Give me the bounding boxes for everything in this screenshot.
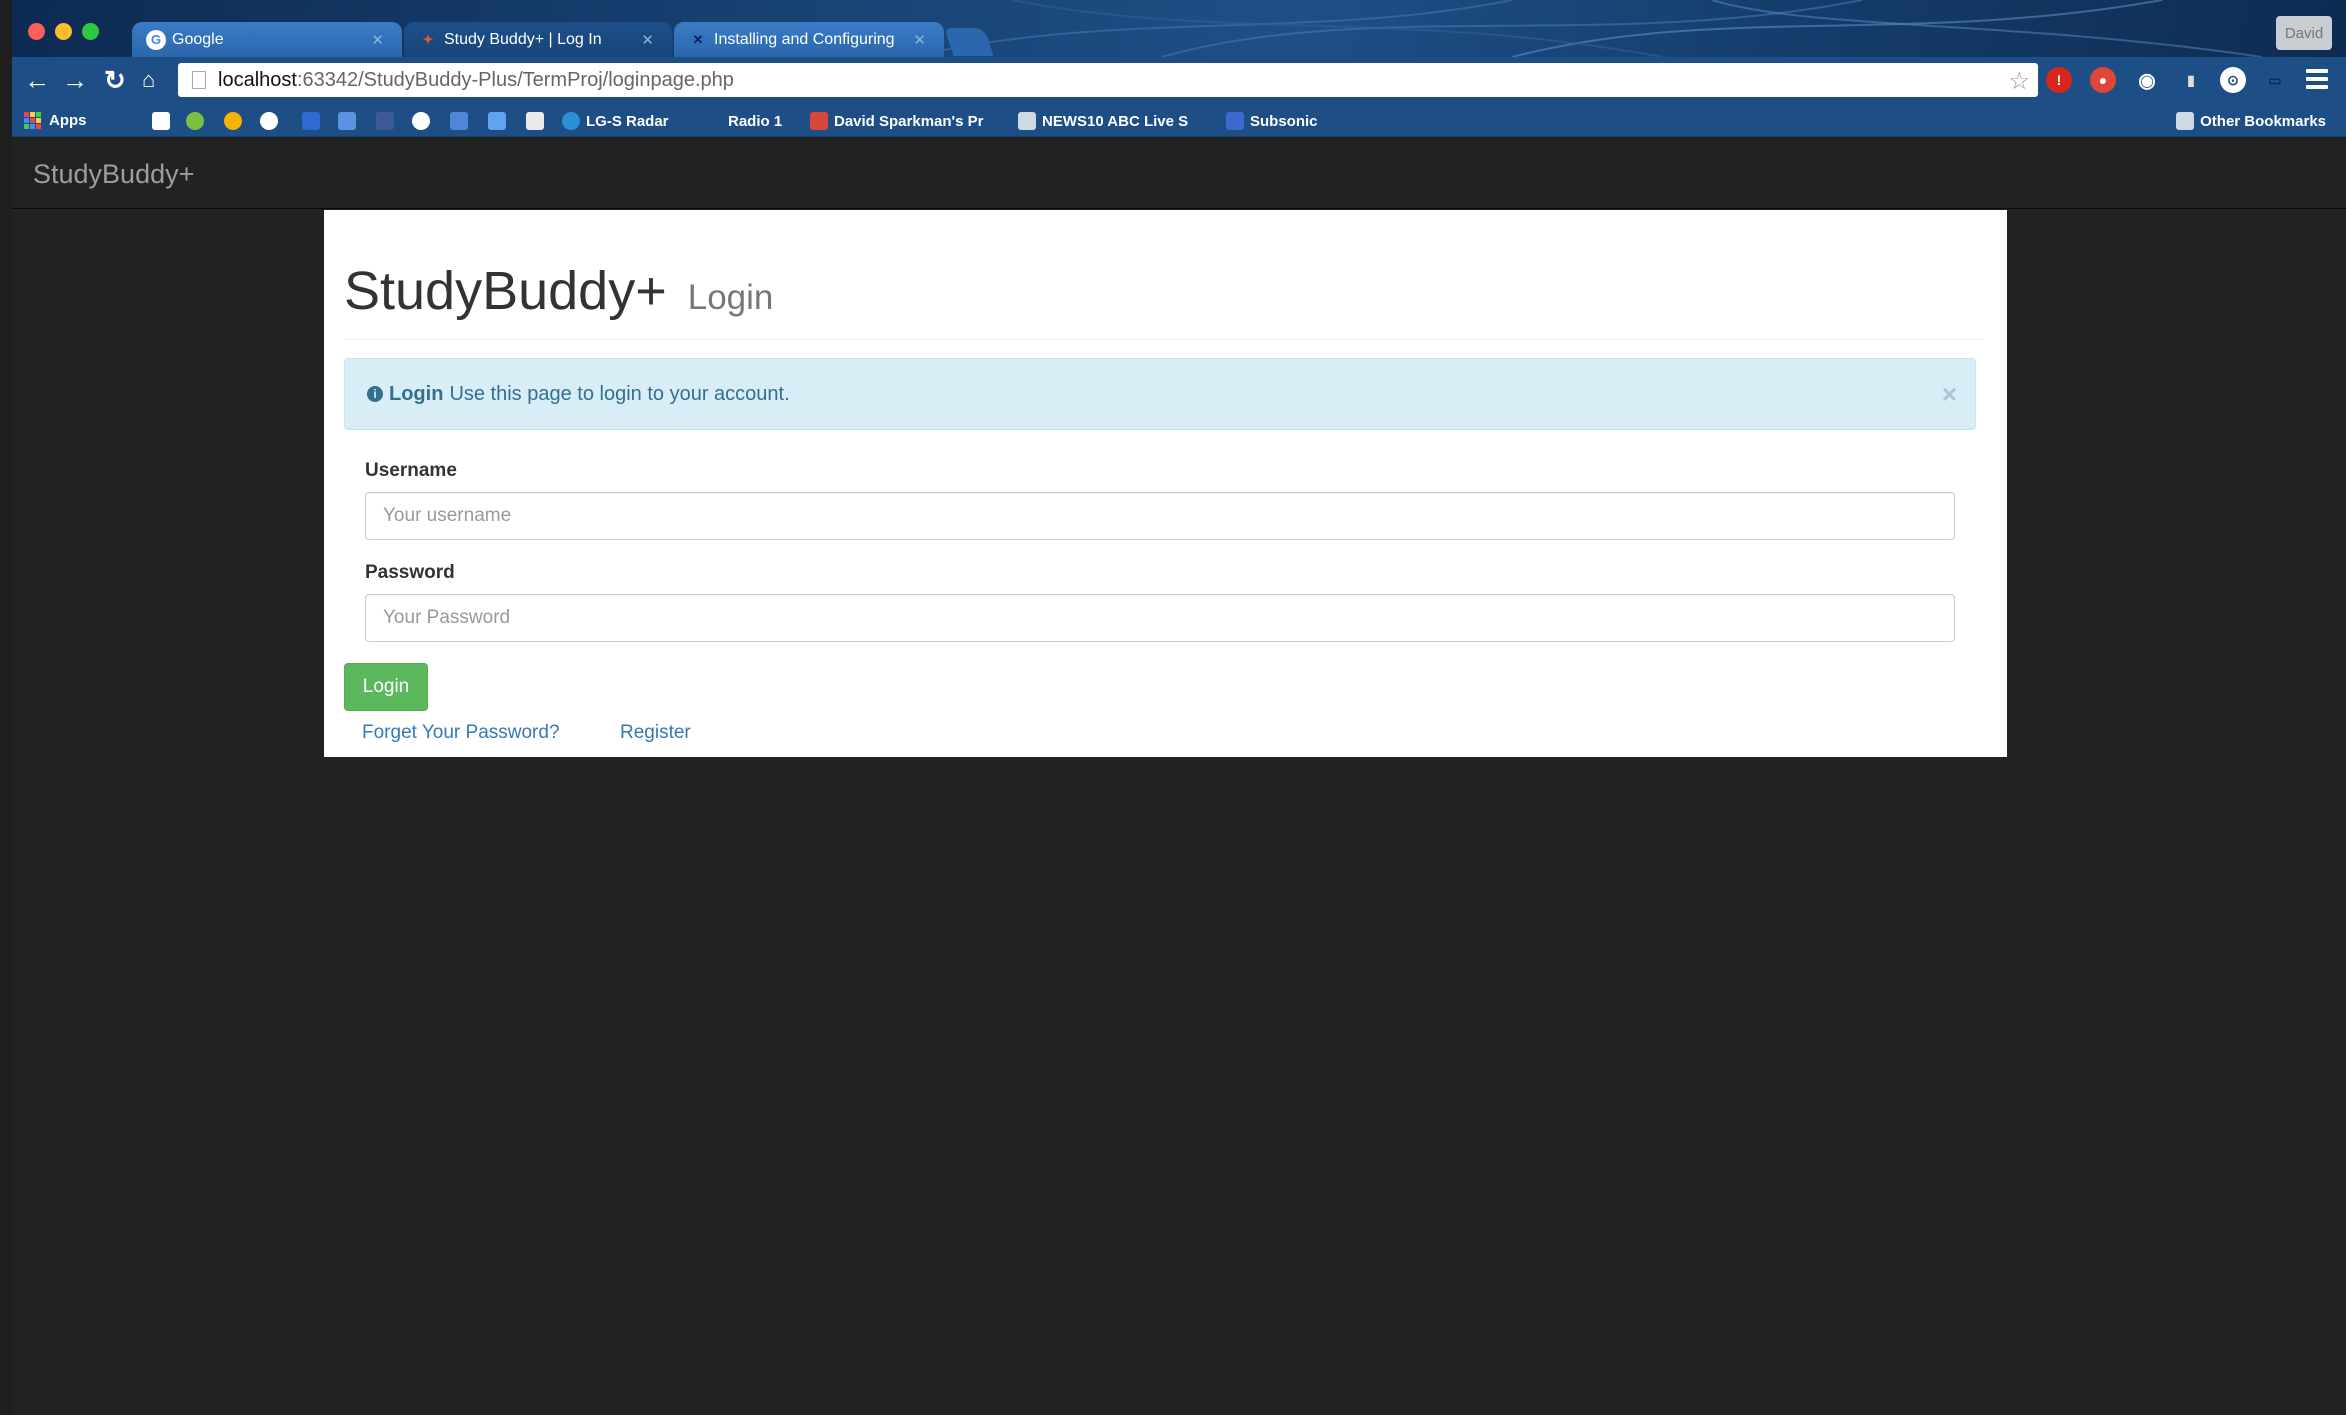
forward-arrow-icon[interactable]: → (62, 65, 88, 96)
bookmark-icon[interactable] (488, 112, 506, 130)
tab-close-icon[interactable]: ✕ (641, 31, 654, 49)
tab-title: Google (172, 30, 224, 48)
bookmark-subsonic[interactable]: Subsonic (1226, 112, 1318, 130)
brand-link[interactable]: StudyBuddy+ (33, 159, 194, 190)
bookmark-label: Apps (49, 112, 87, 129)
browser-toolbar: ← → ↻ ⌂ localhost :63342/StudyBuddy-Plus… (12, 57, 2346, 104)
window-zoom-button[interactable] (82, 23, 99, 40)
app-navbar: StudyBuddy+ (12, 137, 2346, 209)
window-close-button[interactable] (28, 23, 45, 40)
bookmark-news10[interactable]: NEWS10 ABC Live S (1018, 112, 1188, 130)
subsonic-icon (1226, 112, 1244, 130)
page-title: StudyBuddy+ Login (344, 260, 1984, 322)
username-label: Username (365, 460, 457, 481)
page-icon (192, 71, 206, 89)
bookmark-label: Other Bookmarks (2200, 112, 2326, 130)
bookmark-apps[interactable]: Apps (24, 112, 87, 129)
browser-window: G Google ✕ ✦ Study Buddy+ | Log In ✕ ✕ I… (12, 0, 2346, 1415)
tab-title: Installing and Configuring (714, 30, 895, 48)
pandora-bookmark-icon[interactable] (152, 112, 170, 130)
tab-google[interactable]: G Google ✕ (132, 22, 402, 57)
bookmark-label: NEWS10 ABC Live S (1042, 112, 1189, 130)
menu-icon[interactable] (2306, 69, 2328, 93)
x-favicon-icon: ✕ (692, 31, 704, 47)
folder-icon (2176, 112, 2195, 130)
login-panel: StudyBuddy+ Login i Login Use this page … (324, 210, 2007, 757)
tab-study-buddy[interactable]: ✦ Study Buddy+ | Log In ✕ (404, 22, 672, 57)
shield-extension-icon[interactable]: ● (2090, 67, 2116, 93)
bookmark-icon[interactable] (338, 112, 356, 130)
battery-extension-icon[interactable]: ▮ (2178, 67, 2204, 93)
bookmarks-bar: Apps LG-S Radar Radio 1 David Sparkman's… (12, 104, 2346, 137)
tab-close-icon[interactable]: ✕ (913, 31, 926, 49)
facebook-bookmark-icon[interactable] (376, 112, 394, 130)
page-header: StudyBuddy+ Login (344, 260, 1984, 340)
alert-close-button[interactable]: × (1942, 379, 1957, 410)
globe-icon (562, 112, 580, 130)
forgot-password-link[interactable]: Forget Your Password? (362, 722, 560, 744)
tab-close-icon[interactable]: ✕ (371, 31, 384, 49)
bookmark-icon[interactable] (450, 112, 468, 130)
window-minimize-button[interactable] (55, 23, 72, 40)
bookmark-icon (810, 112, 828, 130)
bookmark-label: LG-S Radar (586, 112, 669, 130)
alert-title: Login (389, 382, 444, 405)
cast-icon[interactable]: ▭ (2262, 67, 2288, 93)
username-input[interactable] (365, 492, 1955, 540)
register-link[interactable]: Register (620, 722, 691, 744)
spotify-bookmark-icon[interactable] (186, 112, 204, 130)
password-label: Password (365, 562, 455, 583)
password-input[interactable] (365, 594, 1955, 642)
bookmark-label: David Sparkman's Pr (834, 112, 984, 130)
bookmark-icon[interactable] (224, 112, 242, 130)
tab-installing[interactable]: ✕ Installing and Configuring ✕ (674, 22, 944, 57)
page-title-text: StudyBuddy+ (344, 261, 667, 321)
bookmark-icon[interactable] (302, 112, 320, 130)
flickr-bookmark-icon[interactable] (260, 112, 278, 130)
bookmark-star-icon[interactable]: ☆ (2008, 67, 2030, 96)
bookmark-icon[interactable] (526, 112, 544, 130)
info-alert: i Login Use this page to login to your a… (344, 358, 1976, 430)
url-path: :63342/StudyBuddy-Plus/TermProj/loginpag… (296, 68, 734, 91)
profile-button[interactable]: David (2276, 16, 2332, 50)
back-arrow-icon[interactable]: ← (24, 65, 50, 96)
tab-title: Study Buddy+ | Log In (444, 30, 602, 48)
alert-message: Use this page to login to your account. (449, 382, 790, 405)
page-subtitle: Login (687, 278, 774, 317)
info-icon: i (367, 386, 383, 402)
radio-icon (700, 112, 722, 130)
other-bookmarks[interactable]: Other Bookmarks (2176, 112, 2326, 130)
bookmark-radio-1[interactable]: Radio 1 (700, 112, 782, 130)
study-buddy-favicon-icon: ✦ (422, 31, 434, 47)
bookmark-lg-s-radar[interactable]: LG-S Radar (562, 112, 669, 130)
circle-extension-icon[interactable]: ⊙ (2220, 67, 2246, 93)
bookmark-label: Radio 1 (728, 112, 783, 130)
news-icon (1018, 112, 1036, 130)
adblock-extension-icon[interactable]: ! (2046, 67, 2072, 93)
eye-extension-icon[interactable]: ◉ (2134, 67, 2160, 93)
url-host: localhost (218, 68, 297, 91)
address-bar[interactable]: localhost :63342/StudyBuddy-Plus/TermPro… (178, 63, 2038, 97)
login-button[interactable]: Login (344, 663, 428, 711)
play-bookmark-icon[interactable] (412, 112, 430, 130)
apps-grid-icon (24, 112, 41, 129)
bookmark-label: Subsonic (1250, 112, 1318, 130)
reload-icon[interactable]: ↻ (104, 65, 126, 96)
google-favicon-icon: G (146, 29, 166, 50)
bookmark-david-sparkman[interactable]: David Sparkman's Pr (810, 112, 983, 130)
home-icon[interactable]: ⌂ (142, 67, 155, 93)
browser-tab-bar: G Google ✕ ✦ Study Buddy+ | Log In ✕ ✕ I… (12, 0, 2346, 57)
